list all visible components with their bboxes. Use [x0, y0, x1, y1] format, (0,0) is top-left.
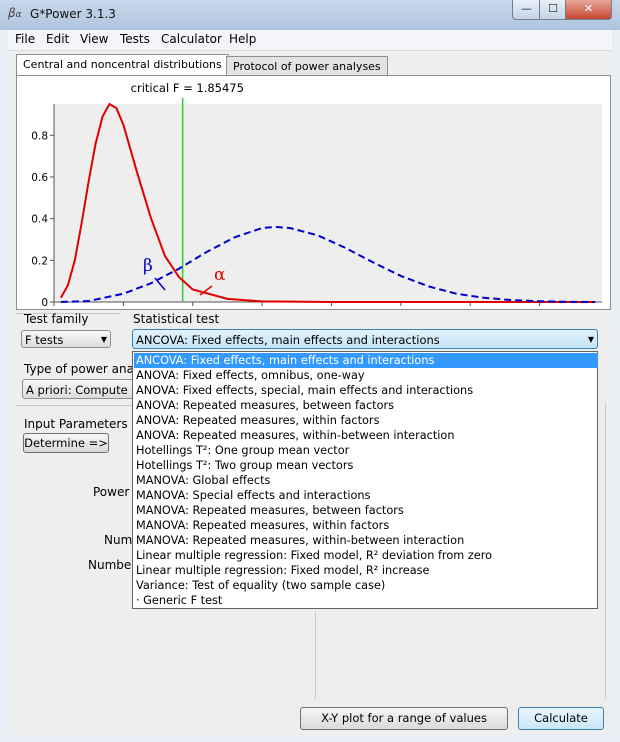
number-label: Number	[88, 558, 137, 572]
critical-value-label: critical F = 1.85475	[131, 81, 244, 95]
dropdown-option[interactable]: MANOVA: Repeated measures, between facto…	[134, 503, 598, 518]
dropdown-option[interactable]: ANOVA: Fixed effects, special, main effe…	[134, 383, 598, 398]
y-tick-label: 0.8	[31, 130, 48, 142]
dropdown-option[interactable]: MANOVA: Repeated measures, within-betwee…	[134, 533, 598, 548]
dropdown-option[interactable]: Linear multiple regression: Fixed model,…	[134, 563, 598, 578]
maximize-button[interactable]: ☐	[539, 0, 567, 20]
menu-view[interactable]: View	[80, 32, 108, 46]
test-family-value: F tests	[25, 333, 64, 347]
dropdown-option[interactable]: · Generic F test	[134, 593, 598, 608]
tab-distributions[interactable]: Central and noncentral distributions	[16, 54, 229, 76]
xy-plot-button[interactable]: X-Y plot for a range of values	[300, 707, 508, 730]
statistical-test-select[interactable]: ANCOVA: Fixed effects, main effects and …	[132, 329, 598, 349]
panel-divider	[315, 611, 316, 699]
window-title: G*Power 3.1.3	[30, 7, 116, 21]
dropdown-option[interactable]: Hotellings T²: One group mean vector	[134, 443, 598, 458]
tab-protocol[interactable]: Protocol of power analyses	[226, 56, 388, 77]
beta-label: β	[143, 256, 153, 276]
dropdown-option[interactable]: ANOVA: Fixed effects, omnibus, one-way	[134, 368, 598, 383]
power-analysis-value: A priori: Compute r	[26, 383, 134, 397]
dropdown-option[interactable]: MANOVA: Special effects and interactions	[134, 488, 598, 503]
chevron-down-icon: ▼	[587, 335, 594, 344]
statistical-test-value: ANCOVA: Fixed effects, main effects and …	[136, 333, 440, 347]
y-tick-label: 0.4	[31, 214, 48, 226]
dropdown-option[interactable]: Variance: Test of equality (two sample c…	[134, 578, 598, 593]
menu-file[interactable]: File	[15, 32, 35, 46]
dropdown-option[interactable]: MANOVA: Repeated measures, within factor…	[134, 518, 598, 533]
dropdown-option[interactable]: ANCOVA: Fixed effects, main effects and …	[134, 353, 598, 368]
distribution-plot-panel: 00.20.40.60.8 01234567 critical F = 1.85…	[16, 75, 611, 310]
y-tick-label: 0.6	[31, 172, 48, 184]
menu-calculator[interactable]: Calculator	[161, 32, 222, 46]
power-analysis-select[interactable]: A priori: Compute r	[22, 379, 134, 399]
panel-border	[605, 403, 606, 699]
app-icon: βα	[8, 6, 22, 20]
test-family-select[interactable]: F tests ▼	[21, 330, 111, 348]
dropdown-option[interactable]: Linear multiple regression: Fixed model,…	[134, 548, 598, 563]
title-bar[interactable]: βα G*Power 3.1.3 — ☐ ✕	[0, 0, 620, 30]
dropdown-option[interactable]: MANOVA: Global effects	[134, 473, 598, 488]
determine-button[interactable]: Determine =>	[23, 433, 109, 453]
y-tick-label: 0.2	[31, 255, 48, 267]
power-analysis-label: Type of power analy	[24, 362, 145, 376]
chevron-down-icon: ▼	[100, 335, 107, 344]
statistical-test-dropdown[interactable]: ANCOVA: Fixed effects, main effects and …	[132, 351, 598, 609]
y-tick-label: 0	[41, 297, 48, 309]
minimize-button[interactable]: —	[512, 0, 541, 20]
calculate-button[interactable]: Calculate	[518, 707, 604, 730]
dropdown-option[interactable]: ANOVA: Repeated measures, between factor…	[134, 398, 598, 413]
menu-bar: File Edit View Tests Calculator Help	[8, 30, 612, 51]
dropdown-option[interactable]: ANOVA: Repeated measures, within factors	[134, 413, 598, 428]
plot-area	[54, 104, 602, 302]
dropdown-option[interactable]: ANOVA: Repeated measures, within-between…	[134, 428, 598, 443]
input-parameters-label: Input Parameters	[24, 417, 128, 431]
main-panel: Central and noncentral distributions Pro…	[8, 51, 612, 734]
statistical-test-label: Statistical test	[133, 312, 220, 326]
test-family-label: Test family	[24, 312, 89, 326]
menu-tests[interactable]: Tests	[120, 32, 150, 46]
distribution-plot: 00.20.40.60.8 01234567 critical F = 1.85…	[31, 81, 602, 309]
close-button[interactable]: ✕	[565, 0, 612, 20]
separator	[16, 405, 132, 406]
menu-edit[interactable]: Edit	[46, 32, 69, 46]
gpower-window: βα G*Power 3.1.3 — ☐ ✕ File Edit View Te…	[0, 0, 620, 742]
dropdown-option[interactable]: Hotellings T²: Two group mean vectors	[134, 458, 598, 473]
alpha-label: α	[214, 265, 226, 285]
menu-help[interactable]: Help	[229, 32, 256, 46]
